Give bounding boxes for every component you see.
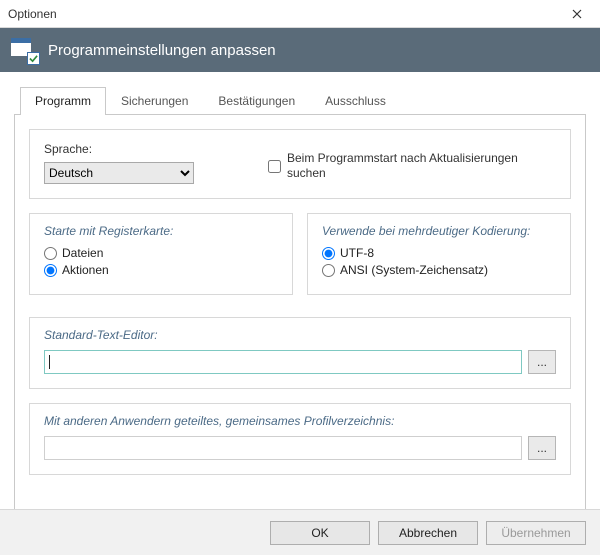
check-updates-row[interactable]: Beim Programmstart nach Aktualisierungen… [268,142,556,184]
encoding-label: UTF-8 [340,246,374,260]
close-icon [572,9,582,19]
start-tab-label: Aktionen [62,263,109,277]
encoding-option-ansi[interactable]: ANSI (System-Zeichensatz) [322,263,556,277]
language-update-group: Sprache: Deutsch Beim Programmstart nach… [29,129,571,199]
settings-window-icon [10,37,38,63]
encoding-group: Verwende bei mehrdeutiger Kodierung: UTF… [307,213,571,295]
start-tab-label: Dateien [62,246,103,260]
encoding-radio-utf8[interactable] [322,247,335,260]
titlebar: Optionen [0,0,600,28]
editor-title: Standard-Text-Editor: [44,328,556,342]
profile-browse-button[interactable]: ... [528,436,556,460]
editor-group: Standard-Text-Editor: ... [29,317,571,389]
start-tab-option-aktionen[interactable]: Aktionen [44,263,278,277]
editor-path-text[interactable] [49,353,517,371]
check-updates-label: Beim Programmstart nach Aktualisierungen… [287,151,556,181]
profile-title: Mit anderen Anwendern geteiltes, gemeins… [44,414,556,428]
apply-button[interactable]: Übernehmen [486,521,586,545]
close-button[interactable] [560,3,594,25]
encoding-title: Verwende bei mehrdeutiger Kodierung: [322,224,556,238]
tab-panel-programm: Sprache: Deutsch Beim Programmstart nach… [14,114,586,514]
editor-browse-button[interactable]: ... [528,350,556,374]
dialog-header: Programmeinstellungen anpassen [0,28,600,72]
tab-ausschluss[interactable]: Ausschluss [310,87,401,115]
tab-programm[interactable]: Programm [20,87,106,115]
check-updates-checkbox[interactable] [268,160,281,173]
encoding-label: ANSI (System-Zeichensatz) [340,263,488,277]
start-tab-title: Starte mit Registerkarte: [44,224,278,238]
start-tab-radio-dateien[interactable] [44,247,57,260]
profile-group: Mit anderen Anwendern geteiltes, gemeins… [29,403,571,475]
language-select[interactable]: Deutsch [44,162,194,184]
encoding-option-utf8[interactable]: UTF-8 [322,246,556,260]
language-block: Sprache: Deutsch [44,142,244,184]
tabstrip: Programm Sicherungen Bestätigungen Aussc… [14,86,586,114]
cancel-button[interactable]: Abbrechen [378,521,478,545]
editor-path-input[interactable] [44,350,522,374]
dialog-title: Programmeinstellungen anpassen [48,42,276,59]
dialog-footer: OK Abbrechen Übernehmen [0,509,600,555]
encoding-radio-ansi[interactable] [322,264,335,277]
ok-button[interactable]: OK [270,521,370,545]
dialog-body: Programm Sicherungen Bestätigungen Aussc… [0,72,600,514]
window-title: Optionen [8,7,57,21]
start-tab-group: Starte mit Registerkarte: Dateien Aktion… [29,213,293,295]
radio-groups-row: Starte mit Registerkarte: Dateien Aktion… [29,213,571,295]
start-tab-option-dateien[interactable]: Dateien [44,246,278,260]
profile-path-input[interactable] [44,436,522,460]
language-label: Sprache: [44,142,244,156]
tab-bestaetigungen[interactable]: Bestätigungen [203,87,310,115]
tab-sicherungen[interactable]: Sicherungen [106,87,203,115]
start-tab-radio-aktionen[interactable] [44,264,57,277]
